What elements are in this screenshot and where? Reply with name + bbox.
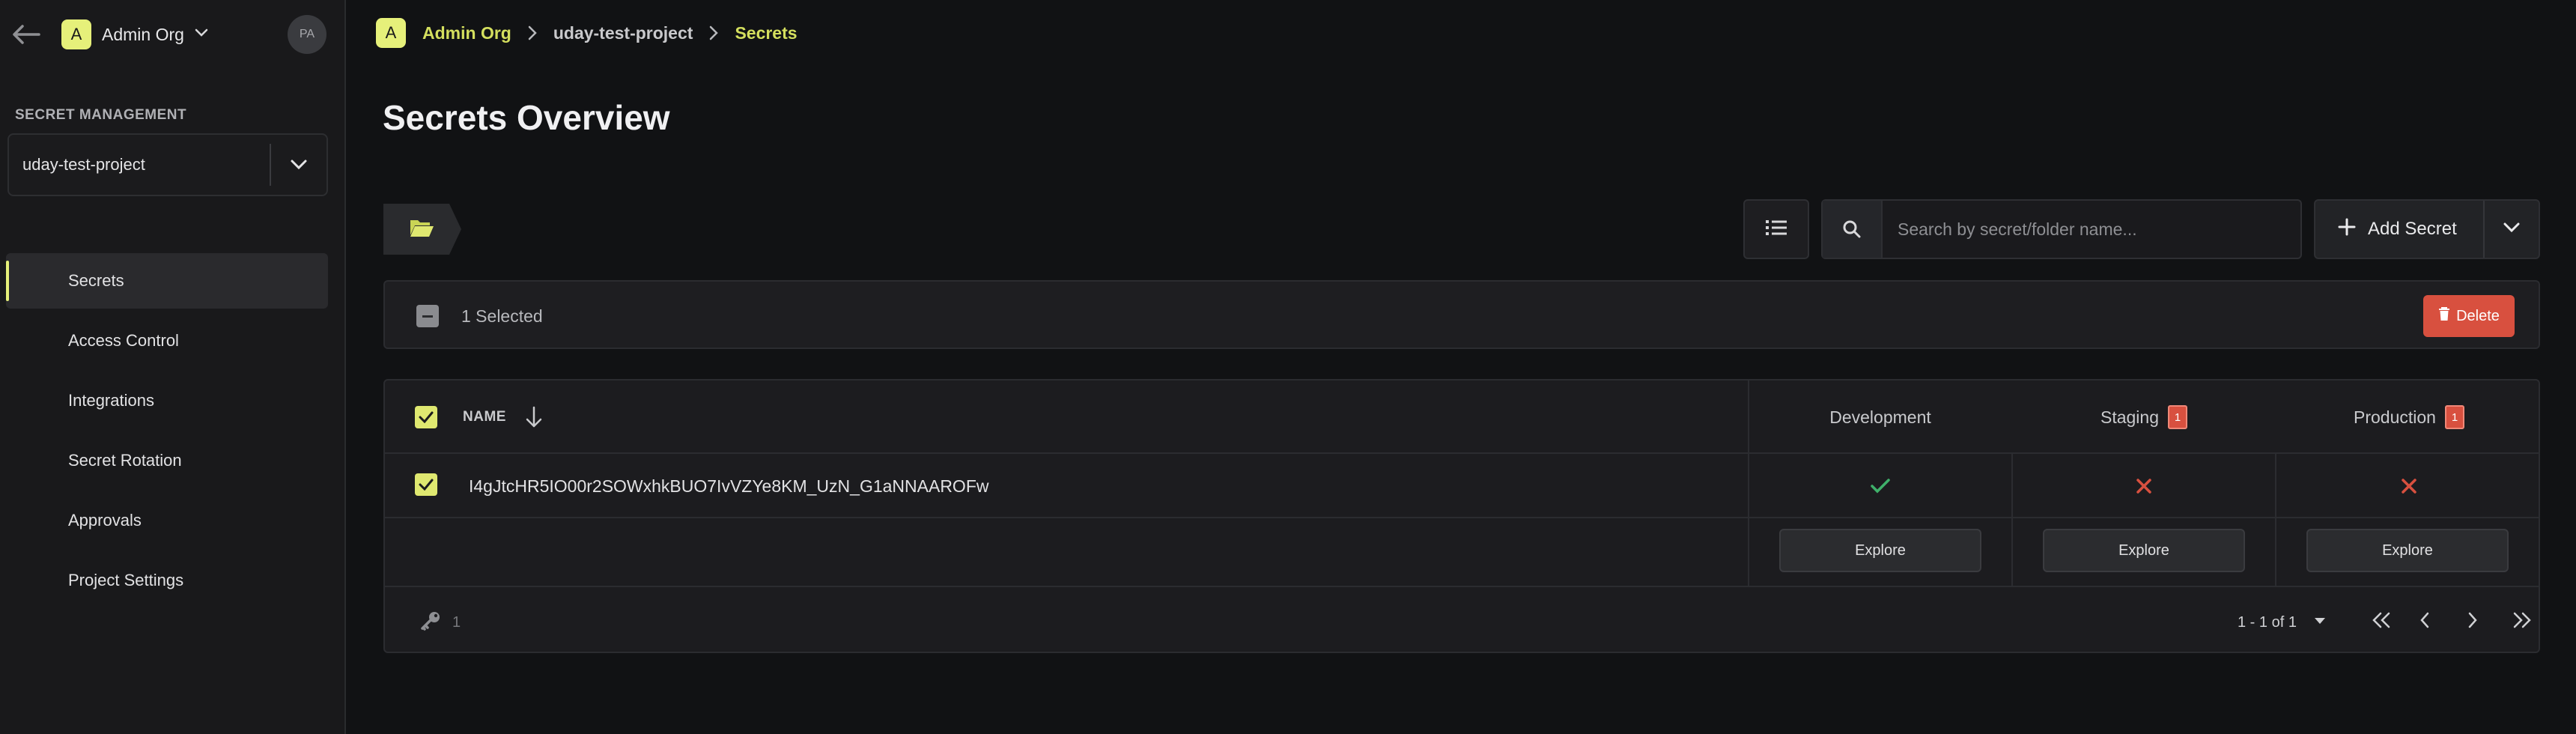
page-title: Secrets Overview: [383, 98, 670, 137]
search-input[interactable]: [1883, 201, 2300, 258]
sidebar-nav: Secrets Access Control Integrations Secr…: [6, 253, 328, 613]
caret-down-icon[interactable]: [2314, 616, 2326, 629]
search-field: [1821, 199, 2302, 259]
explore-development-button[interactable]: Explore: [1779, 529, 1981, 572]
sidebar-item-secret-rotation[interactable]: Secret Rotation: [6, 433, 328, 488]
trash-icon: [2438, 306, 2450, 326]
org-badge: A: [376, 18, 406, 48]
add-secret-button[interactable]: Add Secret: [2315, 201, 2483, 258]
back-arrow-icon[interactable]: [9, 19, 42, 49]
deselect-checkbox[interactable]: [416, 305, 439, 327]
chevron-right-icon: [528, 25, 537, 40]
sidebar-item-secrets[interactable]: Secrets: [6, 253, 328, 309]
page-range: 1 - 1 of 1: [2238, 614, 2297, 631]
table-row[interactable]: I4gJtcHR5IO00r2SOWxhkBUO7IvVZYe8KM_UzN_G…: [385, 454, 2539, 518]
chevron-down-icon: [195, 28, 208, 41]
secrets-table: NAME Development Staging 1 Production 1 …: [383, 379, 2540, 653]
chevrons-right-icon: [2512, 612, 2533, 632]
sidebar-item-access-control[interactable]: Access Control: [6, 313, 328, 368]
name-column-header[interactable]: NAME: [463, 409, 506, 425]
prev-page-button[interactable]: [2410, 607, 2440, 637]
folder-path-chip[interactable]: [383, 204, 461, 255]
chevron-down-icon[interactable]: [271, 159, 326, 171]
add-secret-menu-button[interactable]: [2483, 201, 2539, 258]
sidebar: A Admin Org PA SECRET MANAGEMENT uday-te…: [0, 0, 346, 734]
chevron-left-icon: [2419, 612, 2431, 632]
breadcrumb: A Admin Org uday-test-project Secrets: [376, 16, 798, 49]
add-secret-split-button: Add Secret: [2314, 199, 2540, 259]
search-icon: [1823, 201, 1883, 258]
org-name: Admin Org: [102, 24, 184, 44]
breadcrumb-current: Secrets: [735, 22, 798, 43]
sidebar-item-integrations[interactable]: Integrations: [6, 373, 328, 428]
section-label: SECRET MANAGEMENT: [15, 107, 187, 123]
key-icon: [419, 610, 442, 636]
app-root: A Admin Org PA SECRET MANAGEMENT uday-te…: [0, 0, 2576, 734]
env-name: Development: [1829, 407, 1931, 427]
env-header-development: Development: [1749, 380, 2011, 454]
missing-count-badge: 1: [2444, 405, 2464, 429]
env-header-production: Production 1: [2276, 380, 2539, 454]
sidebar-item-project-settings[interactable]: Project Settings: [6, 553, 328, 608]
table-header: NAME Development Staging 1 Production 1: [385, 380, 2539, 454]
chevron-down-icon: [2503, 222, 2520, 237]
avatar[interactable]: PA: [288, 15, 326, 54]
explore-row: Explore Explore Explore: [385, 518, 2539, 587]
secret-count: 1: [452, 614, 461, 631]
env-header-staging: Staging 1: [2013, 380, 2275, 454]
delete-label: Delete: [2456, 307, 2500, 324]
plus-icon: [2338, 218, 2356, 241]
missing-count-badge: 1: [2168, 405, 2187, 429]
list-icon: [1766, 219, 1787, 240]
selected-count: 1 Selected: [461, 306, 543, 326]
project-select[interactable]: uday-test-project: [7, 133, 328, 196]
env-name: Staging: [2100, 407, 2159, 427]
explore-production-button[interactable]: Explore: [2306, 529, 2509, 572]
table-footer: 1 1 - 1 of 1: [385, 587, 2539, 652]
selection-bar: 1 Selected Delete: [383, 280, 2540, 349]
first-page-button[interactable]: [2366, 607, 2396, 637]
secret-name[interactable]: I4gJtcHR5IO00r2SOWxhkBUO7IvVZYe8KM_UzN_G…: [469, 476, 988, 497]
breadcrumb-org[interactable]: Admin Org: [422, 23, 511, 43]
x-icon: [2013, 454, 2275, 518]
next-page-button[interactable]: [2458, 607, 2488, 637]
org-badge: A: [61, 19, 91, 49]
arrow-down-icon[interactable]: [523, 404, 545, 430]
sidebar-item-approvals[interactable]: Approvals: [6, 493, 328, 548]
chevron-right-icon: [709, 25, 719, 40]
chevron-right-icon: [2467, 612, 2479, 632]
delete-button[interactable]: Delete: [2423, 295, 2515, 337]
add-secret-label: Add Secret: [2368, 219, 2457, 239]
x-icon: [2276, 454, 2539, 518]
select-all-checkbox[interactable]: [415, 406, 437, 428]
org-switcher[interactable]: A Admin Org: [61, 18, 208, 51]
project-select-value: uday-test-project: [22, 155, 145, 174]
chevrons-left-icon: [2371, 612, 2392, 632]
env-name: Production: [2354, 407, 2436, 427]
explore-staging-button[interactable]: Explore: [2043, 529, 2245, 572]
last-page-button[interactable]: [2507, 607, 2537, 637]
view-toggle-button[interactable]: [1743, 199, 1809, 259]
breadcrumb-project[interactable]: uday-test-project: [553, 23, 693, 43]
row-checkbox[interactable]: [415, 473, 437, 496]
check-icon: [1749, 454, 2011, 518]
